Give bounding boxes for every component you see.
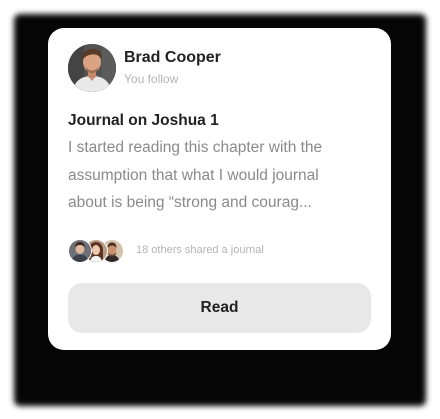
journal-excerpt: I started reading this chapter with the … bbox=[68, 134, 378, 217]
follow-status: You follow bbox=[124, 72, 179, 86]
shared-avatars-group[interactable] bbox=[68, 239, 138, 263]
journal-excerpt-line: assumption that what I would journal bbox=[68, 166, 319, 184]
journal-excerpt-line: I started reading this chapter with the bbox=[68, 139, 323, 156]
shared-count-text[interactable]: 18 others shared a journal bbox=[136, 243, 264, 257]
shared-avatar bbox=[68, 239, 92, 263]
profile-photo-icon bbox=[68, 44, 116, 92]
author-avatar[interactable] bbox=[68, 44, 116, 92]
journal-title[interactable]: Journal on Joshua 1 bbox=[68, 111, 219, 131]
journal-excerpt-line: about is being “strong and courag... bbox=[68, 194, 312, 211]
journal-card[interactable]: Brad Cooper You follow Journal on Joshua… bbox=[48, 28, 391, 350]
author-name[interactable]: Brad Cooper bbox=[124, 48, 221, 68]
profile-photo-icon bbox=[69, 240, 91, 262]
read-button[interactable]: Read bbox=[68, 283, 371, 333]
